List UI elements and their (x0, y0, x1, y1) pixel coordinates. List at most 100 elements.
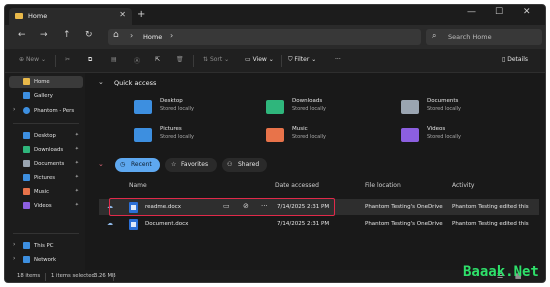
file-location: Phantom Testing's OneDrive (365, 221, 443, 227)
minimize-button[interactable]: — (467, 7, 476, 17)
quick-access-name: Videos (427, 126, 446, 132)
forward-button[interactable]: → (40, 30, 48, 40)
quick-access-status: Stored locally (292, 106, 326, 112)
tab-shared[interactable]: ⚇ Shared (222, 158, 267, 172)
videos-folder-icon (401, 128, 419, 142)
details-label: Details (507, 56, 529, 63)
more-options-button[interactable]: ··· (335, 56, 341, 63)
word-document-icon (129, 219, 138, 230)
filter-button[interactable]: ⛉ Filter ⌄ (288, 56, 316, 64)
pin-icon: ✦ (74, 174, 79, 180)
desktop-folder-icon (134, 100, 152, 114)
sidebar-item-network[interactable]: › Network (9, 254, 83, 266)
sidebar-item-pictures[interactable]: Pictures ✦ (9, 172, 83, 184)
pin-icon: ✦ (74, 146, 79, 152)
divider (193, 55, 194, 67)
rename-icon[interactable]: Ⓐ (134, 56, 140, 65)
tab-label: Favorites (181, 161, 209, 168)
pin-icon: ✦ (74, 202, 79, 208)
sort-label: Sort (209, 56, 223, 63)
sidebar-item-label: Music (34, 188, 50, 195)
up-button[interactable]: ↑ (63, 30, 71, 40)
quick-access-item[interactable]: Music Stored locally (266, 125, 396, 151)
back-button[interactable]: ← (18, 30, 26, 40)
sidebar-item-label: This PC (34, 242, 54, 249)
details-button[interactable]: ▯ Details (502, 56, 528, 63)
documents-folder-icon (401, 100, 419, 114)
divider (45, 273, 46, 281)
chevron-down-icon[interactable]: ⌄ (98, 160, 104, 168)
quick-access-item[interactable]: Desktop Stored locally (134, 97, 264, 123)
quick-access-item[interactable]: Downloads Stored locally (266, 97, 396, 123)
sort-button[interactable]: ⇅ Sort ⌄ (203, 56, 229, 63)
sidebar-item-home[interactable]: Home (9, 76, 83, 88)
network-icon (23, 256, 30, 263)
star-icon: ☆ (171, 161, 177, 168)
copy-icon[interactable]: ⧉ (88, 56, 92, 64)
search-icon: ⌕ (432, 31, 437, 40)
quick-access-name: Music (292, 126, 308, 132)
quick-access-item[interactable]: Videos Stored locally (401, 125, 531, 151)
tab-close-icon[interactable]: ✕ (119, 10, 126, 19)
cut-icon[interactable]: ✂ (65, 56, 70, 63)
pictures-folder-icon (134, 128, 152, 142)
sidebar-item-label: Documents (34, 160, 65, 167)
chevron-right-icon[interactable]: › (13, 241, 15, 248)
chevron-right-icon[interactable]: › (170, 31, 173, 40)
tab-label: Shared (238, 161, 260, 168)
quick-access-item[interactable]: Pictures Stored locally (134, 125, 264, 151)
tab-recent[interactable]: ◷ Recent (115, 158, 160, 172)
chevron-right-icon[interactable]: › (13, 255, 15, 262)
sidebar-item-onedrive[interactable]: › Phantom - Pers (9, 105, 83, 117)
sidebar-item-desktop[interactable]: Desktop ✦ (9, 130, 83, 142)
sidebar-item-label: Videos (34, 202, 52, 209)
address-bar[interactable]: ⌂ › Home › (108, 29, 421, 45)
item-count: 18 items (17, 273, 41, 279)
sidebar-item-downloads[interactable]: Downloads ✦ (9, 144, 83, 156)
tab-title: Home (28, 12, 48, 20)
delete-icon[interactable]: 🗑 (176, 56, 184, 63)
new-button[interactable]: ⊕ New ⌄ (19, 56, 46, 63)
quick-access-name: Desktop (160, 98, 183, 104)
new-tab-button[interactable]: + (137, 9, 145, 20)
table-row[interactable]: ☁ Document.docx 7/14/2025 2:31 PM Phanto… (99, 216, 539, 232)
paste-icon[interactable]: ▤ (111, 56, 117, 63)
divider (113, 273, 114, 281)
pin-icon: ✦ (74, 132, 79, 138)
file-name: Document.docx (145, 221, 189, 227)
quick-access-status: Stored locally (160, 134, 194, 140)
column-header-name[interactable]: Name (129, 182, 147, 189)
downloads-folder-icon (266, 100, 284, 114)
activity: Phantom Testing edited this (452, 221, 529, 227)
sidebar-item-videos[interactable]: Videos ✦ (9, 200, 83, 212)
share-icon[interactable]: ⇱ (155, 56, 160, 63)
cloud-icon: ☁ (107, 220, 113, 227)
view-button[interactable]: ▭ View ⌄ (245, 56, 274, 63)
chevron-right-icon[interactable]: › (13, 106, 15, 113)
sidebar-item-gallery[interactable]: Gallery (9, 90, 83, 102)
refresh-button[interactable]: ↻ (85, 30, 93, 40)
sidebar-item-music[interactable]: Music ✦ (9, 186, 83, 198)
close-button[interactable]: ✕ (523, 7, 531, 17)
sidebar-item-documents[interactable]: Documents ✦ (9, 158, 83, 170)
file-location: Phantom Testing's OneDrive (365, 204, 443, 210)
sidebar-item-label: Desktop (34, 132, 56, 139)
title-bar: Home ✕ + — ☐ ✕ (5, 5, 545, 25)
new-label: New (25, 56, 40, 63)
sidebar-item-label: Phantom - Pers (34, 107, 75, 114)
maximize-button[interactable]: ☐ (495, 7, 503, 17)
quick-access-name: Documents (427, 98, 459, 104)
chevron-down-icon[interactable]: ⌄ (98, 78, 104, 86)
tab-favorites[interactable]: ☆ Favorites (165, 158, 217, 172)
column-header-date[interactable]: Date accessed (275, 182, 319, 189)
quick-access-item[interactable]: Documents Stored locally (401, 97, 531, 123)
search-box[interactable]: ⌕ Search Home (426, 29, 542, 45)
file-explorer-window: Home ✕ + — ☐ ✕ ← → ↑ ↻ ⌂ › Home › ⌕ Sear… (4, 4, 546, 283)
highlight-box (109, 198, 335, 216)
column-header-activity[interactable]: Activity (452, 182, 474, 189)
filter-label: Filter (294, 56, 310, 63)
column-header-location[interactable]: File location (365, 182, 401, 189)
tab-home[interactable]: Home ✕ (9, 8, 132, 25)
sidebar-item-this-pc[interactable]: › This PC (9, 240, 83, 252)
chevron-right-icon: › (130, 31, 134, 40)
